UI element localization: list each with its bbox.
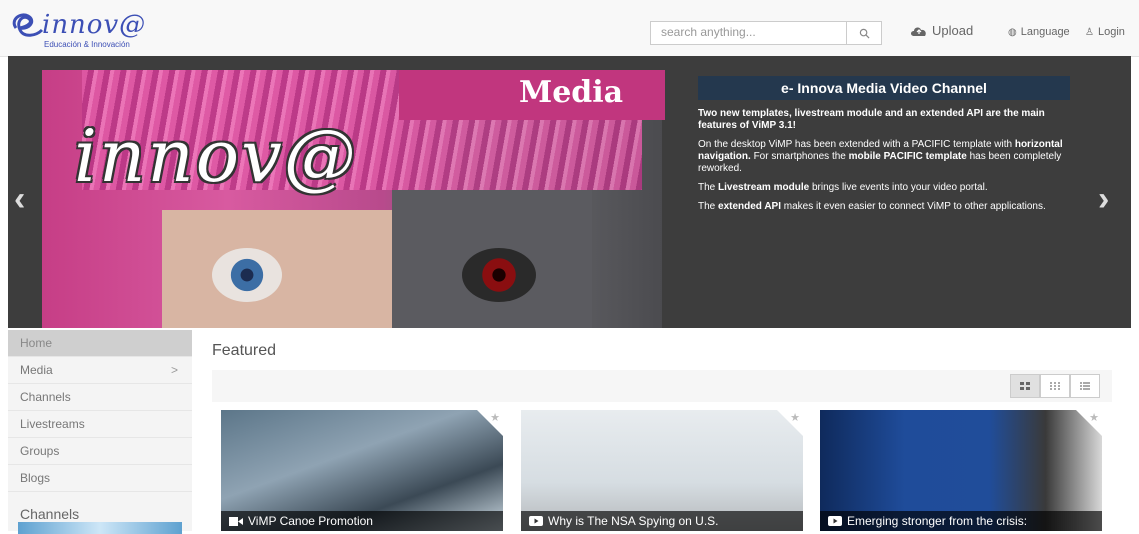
hero-red-eye [462,248,536,302]
star-icon: ★ [790,412,800,424]
sidebar-channels-heading: Channels [20,506,80,522]
chevron-right-icon: > [170,363,178,377]
sidebar-item-livestreams[interactable]: Livestreams [8,411,192,438]
video-caption: Emerging stronger from the crisis: [820,511,1102,531]
featured-heading: Featured [212,342,277,359]
globe-icon: ◍ [1008,26,1017,38]
search-button[interactable] [846,22,881,44]
user-icon: ♙ [1085,26,1094,38]
hero-title: e- Innova Media Video Channel [698,76,1070,100]
top-header: innov@ Educación & Innovación Upload ◍ L… [0,0,1139,57]
login-link[interactable]: ♙ Login [1085,26,1125,38]
sidebar-item-channels[interactable]: Channels [8,384,192,411]
sidebar-item-media[interactable]: Media > [8,357,192,384]
sidebar-item-groups[interactable]: Groups [8,438,192,465]
sidebar-item-blogs[interactable]: Blogs [8,465,192,492]
hero-description: e- Innova Media Video Channel Two new te… [698,76,1078,220]
youtube-play-icon [828,516,842,526]
grid-small-icon [1050,382,1060,390]
video-camera-icon [229,516,243,526]
logo-e-icon [12,13,44,37]
sidebar-item-home[interactable]: Home [8,330,192,357]
logo-subtext: Educación & Innovación [44,40,130,49]
video-title: Emerging stronger from the crisis: [847,514,1028,528]
hero-paragraph-3: The Livestream module brings live events… [698,182,988,193]
hero-paragraph-2: On the desktop ViMP has been extended wi… [698,139,1063,174]
carousel-prev-arrow-icon[interactable]: ‹ [14,180,25,219]
video-title: ViMP Canoe Promotion [248,514,373,528]
search-box [650,21,882,45]
star-icon: ★ [1089,412,1099,424]
grid-large-icon [1020,382,1030,390]
sidebar-item-label: Groups [20,444,60,458]
view-toggle-group [1010,374,1100,398]
media-banner-text: Media [519,75,624,110]
sidebar-nav: Home Media > Channels Livestreams Groups … [8,330,192,534]
hero-paragraph-1: Two new templates, livestream module and… [698,108,1045,131]
youtube-play-icon [529,516,543,526]
sidebar-item-label: Blogs [20,471,51,485]
sidebar-channel-thumbnail[interactable] [18,522,182,534]
hero-paragraph-4: The extended API makes it even easier to… [698,201,1046,212]
sidebar-item-label: Home [20,336,53,350]
hero-blue-eye [212,248,282,302]
star-icon: ★ [490,412,500,424]
search-icon [859,28,870,39]
hero-carousel: Media innov@ e- Innova Media Video Chann… [8,56,1131,328]
sidebar-item-label: Channels [20,390,71,404]
sidebar-item-label: Media [20,363,53,377]
hero-brand-text: innov@ [74,114,358,198]
view-toolbar [212,370,1112,402]
search-input[interactable] [651,22,861,42]
language-label: Language [1020,26,1070,38]
list-view-button[interactable] [1070,374,1100,398]
grid-large-view-button[interactable] [1010,374,1040,398]
upload-label: Upload [932,23,974,38]
video-title: Why is The NSA Spying on U.S. [548,514,719,528]
site-logo[interactable]: innov@ Educación & Innovación [8,10,148,50]
video-caption: Why is The NSA Spying on U.S. [521,511,803,531]
grid-small-view-button[interactable] [1040,374,1070,398]
featured-video-card[interactable]: ★ Why is The NSA Spying on U.S. [521,410,803,531]
hero-image: Media innov@ [42,70,665,328]
featured-video-card[interactable]: ★ Emerging stronger from the crisis: [820,410,1102,531]
video-caption: ViMP Canoe Promotion [221,511,503,531]
language-selector[interactable]: ◍ Language [1008,26,1070,38]
cloud-upload-icon [911,26,926,36]
carousel-next-arrow-icon[interactable]: › [1098,180,1109,219]
sidebar-item-label: Livestreams [20,417,85,431]
featured-video-card[interactable]: ★ ViMP Canoe Promotion [221,410,503,531]
logo-text: innov@ [42,10,147,40]
list-icon [1080,382,1090,390]
media-banner: Media [399,70,665,120]
login-label: Login [1097,26,1125,38]
upload-button[interactable]: Upload [910,23,973,38]
